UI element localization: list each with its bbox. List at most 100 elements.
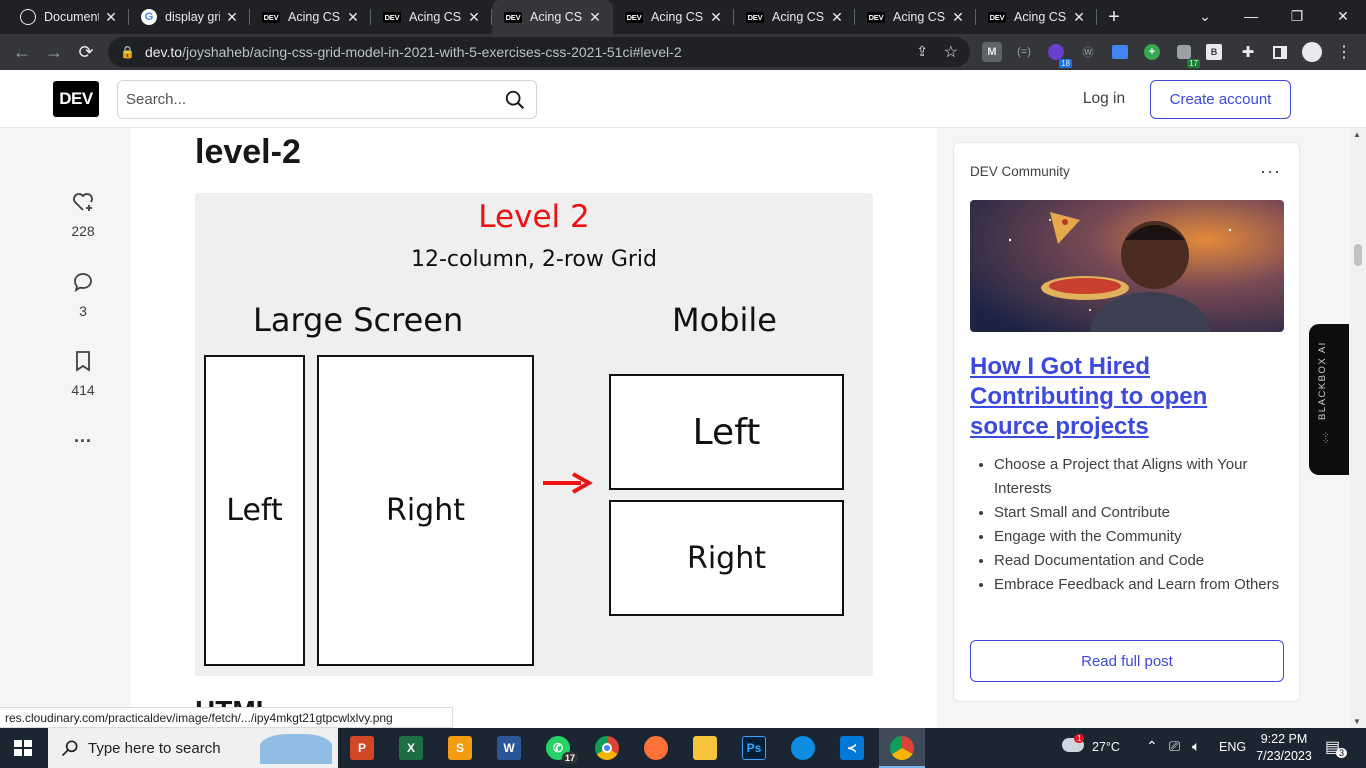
tab-close-icon[interactable]: ✕	[103, 9, 119, 26]
profile-avatar[interactable]	[1302, 42, 1322, 62]
browser-tab[interactable]: DEV Acing CSS ✕	[613, 0, 734, 34]
tab-title: Acing CSS	[409, 10, 462, 24]
dolphin-search-graphic	[260, 734, 332, 764]
browser-tab[interactable]: DEV Acing CSS ✕	[250, 0, 371, 34]
minimize-button[interactable]: —	[1228, 0, 1274, 32]
browser-tab[interactable]: DEV Acing CSS ✕	[855, 0, 976, 34]
browser-tab[interactable]: DEV Acing CSS ✕	[734, 0, 855, 34]
community-label: DEV Community	[970, 164, 1070, 179]
b-ext-icon[interactable]: B	[1206, 44, 1222, 60]
active-chrome-taskbar-button[interactable]	[879, 728, 925, 768]
large-left-box: Left	[204, 355, 305, 666]
purple-ext-icon[interactable]: 18	[1046, 42, 1072, 68]
whatsapp-badge: 17	[561, 752, 578, 764]
create-account-button[interactable]: Create account	[1150, 80, 1291, 119]
tab-close-icon[interactable]: ✕	[829, 9, 845, 26]
back-icon[interactable]: ←	[6, 36, 38, 68]
plus-ext-icon[interactable]: +	[1142, 42, 1162, 62]
show-hidden-icons[interactable]: ⌃	[1146, 738, 1158, 755]
level-2-diagram-image[interactable]: Level 2 12-column, 2-row Grid Large Scre…	[195, 193, 873, 676]
browser-tab[interactable]: DEV Acing CSS ✕	[371, 0, 492, 34]
new-tab-button[interactable]: +	[1097, 0, 1131, 34]
green-ext-icon[interactable]: 17	[1174, 42, 1200, 68]
gmail-ext-icon[interactable]: M	[982, 42, 1002, 62]
network-icon[interactable]: ⎚	[1169, 738, 1180, 755]
tab-search-icon[interactable]: ⌄	[1182, 0, 1228, 32]
browser-tab[interactable]: Gdisplay grid ✕	[129, 0, 250, 34]
excel-icon[interactable]: X	[399, 736, 423, 760]
chrome-icon[interactable]	[595, 736, 619, 760]
language-indicator[interactable]: ENG	[1219, 740, 1246, 754]
taskbar-search-box[interactable]: Type here to search	[48, 728, 338, 768]
site-header: DEV Search... Log in Create account	[0, 70, 1366, 128]
sublime-icon[interactable]: S	[448, 736, 472, 760]
volume-icon[interactable]: 🔈︎	[1192, 738, 1200, 755]
menu-kebab-icon[interactable]: ⋮	[1334, 42, 1354, 62]
scroll-down-icon[interactable]: ▼	[1353, 717, 1361, 726]
comment-count: 3	[79, 303, 87, 319]
taskbar-search-placeholder: Type here to search	[88, 739, 221, 757]
extensions-puzzle-icon[interactable]: ✚	[1238, 42, 1258, 62]
tab-close-icon[interactable]: ✕	[224, 9, 240, 26]
search-icon[interactable]	[504, 89, 526, 111]
sidepanel-icon[interactable]	[1270, 42, 1290, 62]
tab-close-icon[interactable]: ✕	[345, 9, 361, 26]
dev-icon: DEV	[746, 11, 764, 23]
login-link[interactable]: Log in	[1072, 80, 1136, 118]
blackbox-ai-widget[interactable]: BLACKBOX AI ⁘ ⁘	[1309, 324, 1349, 475]
search-placeholder: Search...	[126, 91, 187, 108]
more-options-button[interactable]: ...	[62, 426, 104, 447]
search-input[interactable]: Search...	[117, 80, 537, 119]
tab-close-icon[interactable]: ✕	[950, 9, 966, 26]
address-bar[interactable]: 🔒 dev.to/joyshaheb/acing-css-grid-model-…	[108, 37, 970, 67]
edge-icon[interactable]	[791, 736, 815, 760]
bookmark-star-icon[interactable]: ☆	[944, 42, 958, 62]
browser-tab[interactable]: DEV Acing CSS ✕	[492, 0, 613, 34]
tab-title: Acing CSS	[651, 10, 704, 24]
clock-time[interactable]: 9:22 PM	[1256, 732, 1312, 746]
comment-button[interactable]: 3	[62, 270, 104, 319]
post-title-link[interactable]: How I Got Hired Contributing to open sou…	[970, 352, 1270, 442]
whatsapp-icon[interactable]: ✆ 17	[546, 736, 578, 764]
large-right-box: Right	[317, 355, 534, 666]
powerpoint-icon[interactable]: P	[350, 736, 374, 760]
windows-start-icon[interactable]	[14, 740, 32, 756]
post-bullet-list: Choose a Project that Aligns with Your I…	[994, 453, 1284, 597]
close-window-button[interactable]: ✕	[1320, 0, 1366, 32]
clock-date[interactable]: 7/23/2023	[1252, 749, 1316, 763]
read-full-post-button[interactable]: Read full post	[970, 640, 1284, 682]
tab-close-icon[interactable]: ✕	[466, 9, 482, 26]
mobile-label: Mobile	[672, 301, 777, 339]
comment-icon	[74, 273, 92, 292]
weather-temp[interactable]: 27°C	[1092, 740, 1120, 754]
code-ext-icon[interactable]: (=)	[1014, 42, 1034, 62]
bookmark-button[interactable]: 414	[62, 349, 104, 398]
tab-title: Document	[44, 10, 99, 24]
browser-tab[interactable]: Document ✕	[8, 0, 129, 34]
tab-close-icon[interactable]: ✕	[1071, 9, 1087, 26]
like-button[interactable]: 228	[62, 190, 104, 239]
restore-button[interactable]: ❐	[1274, 0, 1320, 32]
share-icon[interactable]: ⇪	[916, 43, 928, 60]
translate-ext-icon[interactable]	[1110, 42, 1130, 62]
vscode-icon[interactable]: ≺	[840, 736, 864, 760]
photoshop-icon[interactable]: Ps	[742, 736, 766, 760]
tab-close-icon[interactable]: ✕	[708, 9, 724, 26]
word-icon[interactable]: W	[497, 736, 521, 760]
file-explorer-icon[interactable]	[693, 736, 717, 760]
promo-image[interactable]	[970, 200, 1284, 332]
large-screen-label: Large Screen	[253, 301, 464, 339]
bookmark-count: 414	[71, 382, 95, 398]
card-more-icon[interactable]: ···	[1260, 161, 1281, 182]
reload-icon[interactable]: ⟳	[70, 36, 102, 68]
scroll-up-icon[interactable]: ▲	[1353, 130, 1361, 139]
diagram-title: Level 2	[478, 199, 590, 235]
page-scrollbar[interactable]: ▲ ▼	[1349, 128, 1366, 728]
browser-tab[interactable]: DEV Acing CSS ✕	[976, 0, 1097, 34]
wordpress-ext-icon[interactable]: Ⓦ	[1078, 42, 1098, 62]
firefox-icon[interactable]	[644, 736, 668, 760]
dev-logo[interactable]: DEV	[53, 81, 99, 117]
scroll-thumb[interactable]	[1354, 244, 1362, 266]
tab-close-icon[interactable]: ✕	[587, 9, 603, 26]
forward-icon[interactable]: →	[38, 36, 70, 68]
